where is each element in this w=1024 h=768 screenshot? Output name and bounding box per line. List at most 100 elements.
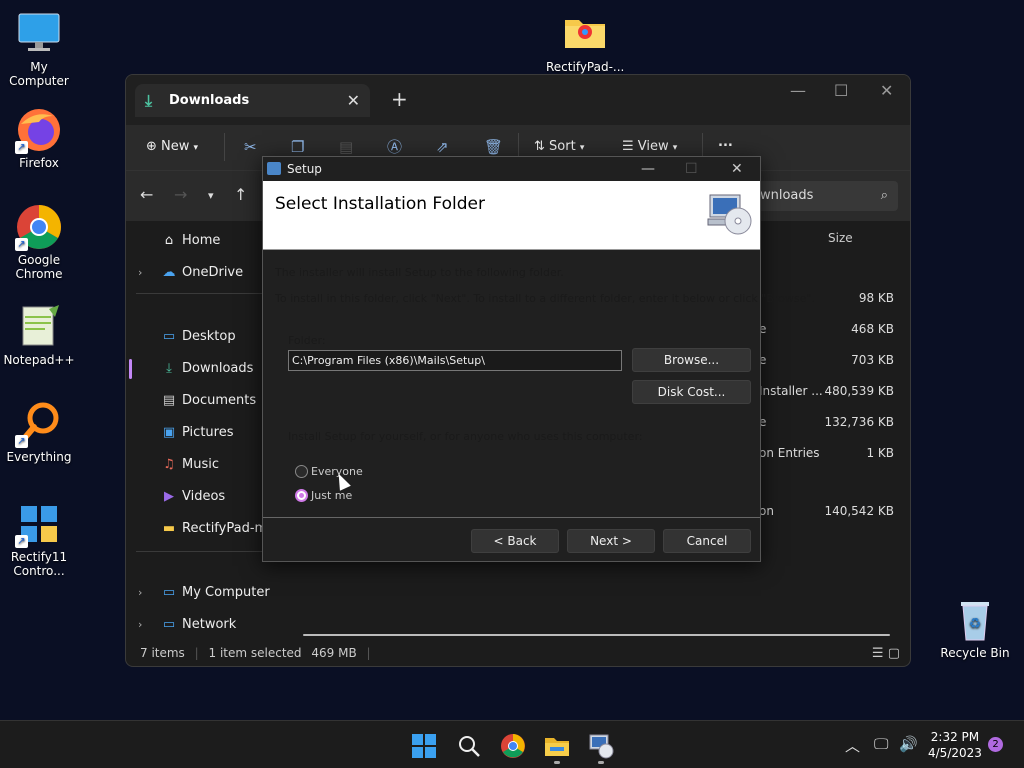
show-hidden-icons-chevron-icon[interactable]: ︿ <box>845 735 860 756</box>
notepadpp-icon <box>15 303 63 351</box>
sort-label: Sort <box>549 139 576 154</box>
sidebar-item-rectifypad[interactable]: ▬ RectifyPad-mai <box>160 519 279 539</box>
expand-chevron-icon[interactable]: › <box>138 586 142 599</box>
network-icon[interactable]: 🖵 <box>874 735 888 753</box>
search-icon[interactable] <box>456 733 482 759</box>
view-lines-icon: ☰ <box>622 139 634 154</box>
setup-dialog: Setup — ☐ ✕ Select Installation Folder T… <box>262 156 815 562</box>
sidebar-item-network[interactable]: ▭ Network <box>160 615 236 635</box>
sidebar-item-videos[interactable]: ▶ Videos <box>160 487 225 507</box>
view-label: View <box>637 139 669 154</box>
search-input[interactable]: wnloads ⌕ <box>756 181 898 211</box>
new-button[interactable]: ⊕ New ▾ <box>146 135 198 159</box>
disk-cost-button[interactable]: Disk Cost... <box>632 380 751 404</box>
svg-text:♻: ♻ <box>969 616 982 632</box>
tiles-view-icon[interactable]: ▢ <box>888 646 900 661</box>
sidebar-item-downloads[interactable]: ⤓ Downloads <box>160 359 253 379</box>
desktop-icon-everything[interactable]: ↗ Everything <box>0 400 78 464</box>
radio-just-me[interactable] <box>295 489 308 502</box>
desktop-icon-chrome[interactable]: ↗ Google Chrome <box>0 203 78 281</box>
home-icon: ⌂ <box>164 233 174 248</box>
sort-icon: ⇅ <box>534 139 545 154</box>
new-tab-button[interactable]: + <box>391 87 408 111</box>
minimize-button[interactable]: — <box>641 157 655 181</box>
close-tab-icon[interactable]: ✕ <box>347 84 360 117</box>
horizontal-scrollbar[interactable] <box>303 634 890 636</box>
back-arrow-icon[interactable]: ← <box>140 185 153 204</box>
recent-chevron-icon[interactable]: ▾ <box>208 189 214 202</box>
folder-path-input[interactable]: C:\Program Files (x86)\Mails\Setup\ <box>288 350 622 371</box>
download-arrow-icon: ⤓ <box>145 91 153 110</box>
folder-label: Folder: <box>288 334 326 347</box>
desktop-icon-notepadpp[interactable]: Notepad++ <box>0 303 78 367</box>
close-window-button[interactable]: ✕ <box>880 81 893 100</box>
maximize-button[interactable]: ☐ <box>685 157 698 181</box>
volume-icon[interactable]: 🔊 <box>899 735 918 753</box>
file-size: 703 KB <box>851 353 894 367</box>
plus-circle-icon: ⊕ <box>146 139 157 154</box>
desktop-icon-rectify11[interactable]: ↗ Rectify11 Contro... <box>0 500 78 578</box>
selection-indicator <box>129 359 132 379</box>
next-button[interactable]: Next > <box>567 529 655 553</box>
up-arrow-icon[interactable]: ↑ <box>234 185 247 204</box>
download-arrow-icon: ⤓ <box>166 361 172 376</box>
more-options-button[interactable]: ... <box>718 131 733 155</box>
setup-app-icon[interactable] <box>588 733 614 759</box>
file-name[interactable]: Installer ... <box>759 384 823 398</box>
tab-downloads[interactable]: ⤓ Downloads ✕ <box>135 84 370 117</box>
sidebar-item-pictures[interactable]: ▣ Pictures <box>160 423 234 443</box>
notification-badge[interactable]: 2 <box>988 737 1003 752</box>
close-dialog-button[interactable]: ✕ <box>731 157 743 181</box>
selected-size: 469 MB <box>311 646 357 660</box>
file-name[interactable]: on <box>759 504 774 518</box>
column-header-size[interactable]: Size <box>828 231 853 245</box>
details-view-icon[interactable]: ☰ <box>872 646 884 661</box>
sidebar-item-music[interactable]: ♫ Music <box>160 455 219 475</box>
clock-time: 2:32 PM <box>930 730 980 744</box>
expand-chevron-icon[interactable]: › <box>138 266 142 279</box>
desktop-icon-label: Notepad++ <box>3 353 75 367</box>
cut-icon[interactable]: ✂ <box>244 135 257 159</box>
sidebar-label: Videos <box>182 489 226 504</box>
sidebar-label: Music <box>182 457 219 472</box>
file-name[interactable]: on Entries <box>759 446 820 460</box>
sidebar-item-my-computer[interactable]: ▭ My Computer <box>160 583 270 603</box>
sidebar-label: Desktop <box>182 329 236 344</box>
dialog-heading: Select Installation Folder <box>275 194 485 214</box>
cancel-button[interactable]: Cancel <box>663 529 751 553</box>
desktop-icon-rectifypad[interactable]: RectifyPad-... <box>546 10 624 74</box>
file-size: 140,542 KB <box>824 504 894 518</box>
clock[interactable]: 2:32 PM 4/5/2023 <box>928 729 982 761</box>
desktop-icon-my-computer[interactable]: My Computer <box>0 10 78 88</box>
forward-arrow-icon[interactable]: → <box>174 185 187 204</box>
chevron-down-icon: ▾ <box>672 143 678 153</box>
file-size: 1 KB <box>866 446 894 460</box>
desktop-icon-label: Rectify11 Contro... <box>10 550 68 578</box>
desktop-icon-firefox[interactable]: ↗ Firefox <box>0 106 78 170</box>
radio-everyone[interactable] <box>295 465 308 478</box>
dialog-titlebar: Setup — ☐ ✕ <box>263 157 760 181</box>
file-size: 468 KB <box>851 322 894 336</box>
tab-bar: ⤓ Downloads ✕ + — ☐ ✕ <box>126 75 910 125</box>
minimize-button[interactable]: — <box>790 81 806 100</box>
maximize-button[interactable]: ☐ <box>834 81 848 100</box>
computer-cd-icon <box>707 194 752 235</box>
browse-button[interactable]: Browse... <box>632 348 751 372</box>
expand-chevron-icon[interactable]: › <box>138 618 142 631</box>
back-button[interactable]: < Back <box>471 529 559 553</box>
status-bar: 7 items | 1 item selected 469 MB | <box>140 646 371 660</box>
dialog-title: Setup <box>287 162 322 176</box>
file-explorer-icon[interactable] <box>544 733 570 759</box>
radio-just-me-label[interactable]: Just me <box>311 489 352 502</box>
desktop-icon-label: RectifyPad-... <box>546 60 625 74</box>
sidebar-item-desktop[interactable]: ▭ Desktop <box>160 327 236 347</box>
sidebar-item-home[interactable]: ⌂ Home <box>160 231 221 251</box>
chrome-icon[interactable] <box>500 733 526 759</box>
sidebar-item-onedrive[interactable]: ☁ OneDrive <box>160 263 244 283</box>
music-icon: ♫ <box>163 457 175 472</box>
start-windows-icon[interactable] <box>411 733 437 759</box>
desktop-icon-recycle-bin[interactable]: ♻ Recycle Bin <box>936 596 1014 660</box>
sidebar-item-documents[interactable]: ▤ Documents <box>160 391 256 411</box>
sidebar-label: Network <box>182 617 237 632</box>
dialog-header: Select Installation Folder <box>263 181 760 250</box>
